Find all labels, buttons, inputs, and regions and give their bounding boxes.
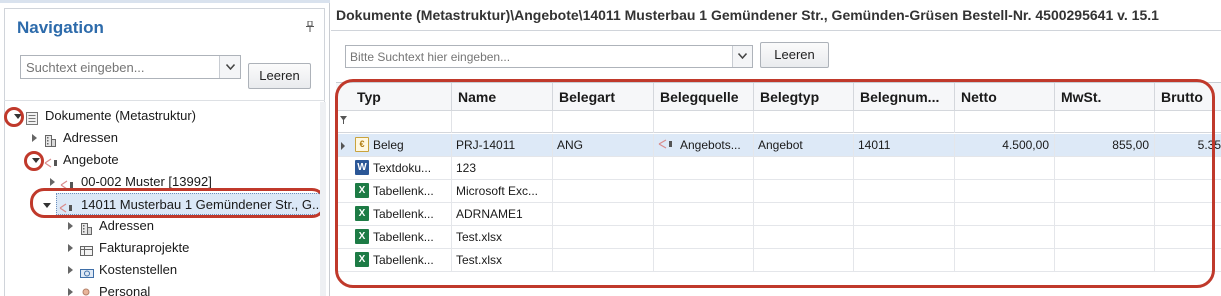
tree-item-kostenstellen[interactable]: Kostenstellen — [8, 259, 320, 281]
expand-toggle-icon[interactable] — [68, 222, 73, 230]
nav-search-field[interactable] — [20, 55, 241, 79]
tree-item-label: Kostenstellen — [99, 262, 178, 277]
tree-item-label: Adressen — [63, 130, 118, 145]
pin-icon[interactable] — [305, 20, 315, 33]
tree-item-adressen-sub[interactable]: Adressen — [8, 215, 320, 237]
tree-item-label: Angebote — [63, 152, 119, 167]
offer-icon — [44, 154, 60, 168]
annotation-circle — [4, 107, 24, 127]
tree-item-label: Fakturaprojekte — [99, 240, 190, 255]
document-search-dropdown-button[interactable] — [732, 46, 752, 67]
tree-item-label: Personal — [99, 284, 151, 296]
tree-item-label: Dokumente (Metastruktur) — [45, 108, 196, 123]
person-icon — [80, 286, 92, 296]
tree-item-dokumente[interactable]: Dokumente (Metastruktur) — [8, 105, 320, 127]
document-tree-icon — [26, 110, 38, 125]
annotation-highlight — [30, 188, 326, 218]
navigation-title: Navigation — [17, 18, 104, 37]
tree-item-angebote[interactable]: Angebote — [8, 149, 320, 171]
annotation-highlight — [335, 79, 1215, 288]
tree-item-fakturaprojekte[interactable]: Fakturaprojekte — [8, 237, 320, 259]
building-icon — [80, 220, 92, 235]
header-divider — [331, 30, 1221, 31]
nav-search-dropdown-button[interactable] — [219, 56, 240, 78]
cost-center-icon — [80, 264, 94, 278]
chevron-down-icon — [738, 53, 747, 59]
document-clear-button[interactable]: Leeren — [760, 42, 829, 68]
document-search-input[interactable] — [346, 46, 732, 67]
chevron-down-icon — [226, 64, 235, 70]
breadcrumb: Dokumente (Metastruktur)\Angebote\14011 … — [336, 7, 1159, 23]
nav-scrollbar[interactable] — [320, 102, 326, 296]
app-window: Navigation Leeren Dokumente (Metastruktu… — [0, 0, 1221, 296]
tree-item-label: Adressen — [99, 218, 154, 233]
expand-toggle-icon[interactable] — [68, 288, 73, 296]
navigation-pane: Navigation Leeren Dokumente (Metastruktu… — [0, 0, 330, 296]
expand-toggle-icon[interactable] — [68, 266, 73, 274]
document-pane: Dokumente (Metastruktur)\Angebote\14011 … — [331, 0, 1221, 296]
document-search-field[interactable] — [345, 45, 753, 68]
expand-toggle-icon[interactable] — [32, 134, 37, 142]
nav-clear-button[interactable]: Leeren — [248, 63, 311, 89]
building-icon — [44, 132, 56, 147]
nav-divider — [4, 100, 325, 101]
annotation-circle — [24, 151, 44, 171]
offer-icon — [60, 176, 76, 190]
tree-item-adressen[interactable]: Adressen — [8, 127, 320, 149]
expand-toggle-icon[interactable] — [68, 244, 73, 252]
project-icon — [80, 242, 93, 256]
nav-top-border — [0, 0, 330, 3]
nav-search-input[interactable] — [21, 56, 217, 78]
expand-toggle-icon[interactable] — [50, 178, 55, 186]
tree-item-personal[interactable]: Personal — [8, 281, 320, 296]
